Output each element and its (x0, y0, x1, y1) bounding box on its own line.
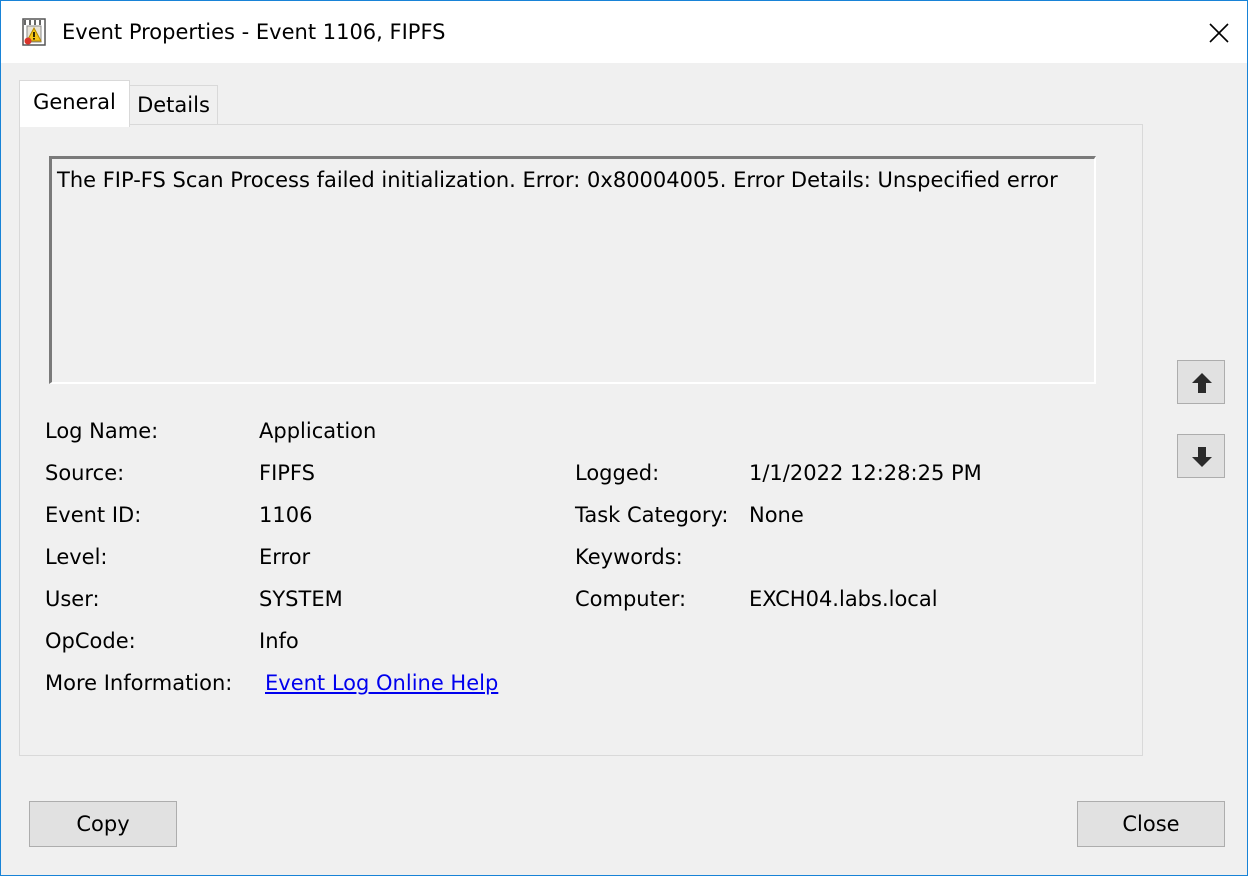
user-value[interactable]: SYSTEM (259, 586, 343, 612)
event-description-box[interactable]: The FIP-FS Scan Process failed initializ… (49, 156, 1096, 384)
computer-label: Computer: (575, 587, 687, 611)
tab-general[interactable]: General (19, 80, 130, 127)
log-name-label: Log Name: (45, 419, 159, 443)
opcode-value[interactable]: Info (259, 628, 299, 654)
user-label: User: (45, 587, 100, 611)
previous-event-button[interactable] (1177, 360, 1225, 404)
task-category-label: Task Category: (575, 503, 729, 527)
opcode-label: OpCode: (45, 629, 136, 653)
logged-label: Logged: (575, 461, 660, 485)
task-category-value[interactable]: None (749, 502, 804, 528)
window-title: Event Properties - Event 1106, FIPFS (62, 20, 446, 44)
source-label: Source: (45, 461, 125, 485)
computer-value[interactable]: EXCH04.labs.local (749, 586, 938, 612)
event-id-label: Event ID: (45, 503, 142, 527)
source-value[interactable]: FIPFS (259, 460, 315, 486)
arrow-down-icon (1192, 447, 1212, 467)
arrow-up-icon (1192, 373, 1212, 393)
event-id-value[interactable]: 1106 (259, 502, 312, 528)
event-properties-window: Event Properties - Event 1106, FIPFS Gen… (0, 0, 1248, 876)
copy-button[interactable]: Copy (29, 801, 177, 847)
event-log-online-help-link[interactable]: Event Log Online Help (265, 670, 498, 696)
tab-general-label: General (33, 90, 116, 114)
keywords-label: Keywords: (575, 545, 683, 569)
close-button[interactable]: Close (1077, 801, 1225, 847)
title-bar[interactable]: Event Properties - Event 1106, FIPFS (1, 1, 1247, 63)
next-event-button[interactable] (1177, 434, 1225, 478)
tab-details[interactable]: Details (130, 85, 218, 125)
level-value[interactable]: Error (259, 544, 310, 570)
tab-details-label: Details (137, 93, 210, 117)
close-icon[interactable] (1193, 5, 1245, 59)
logged-value[interactable]: 1/1/2022 12:28:25 PM (749, 460, 982, 486)
log-name-value[interactable]: Application (259, 418, 376, 444)
level-label: Level: (45, 545, 108, 569)
more-information-label: More Information: (45, 671, 233, 695)
event-viewer-icon (22, 18, 46, 46)
